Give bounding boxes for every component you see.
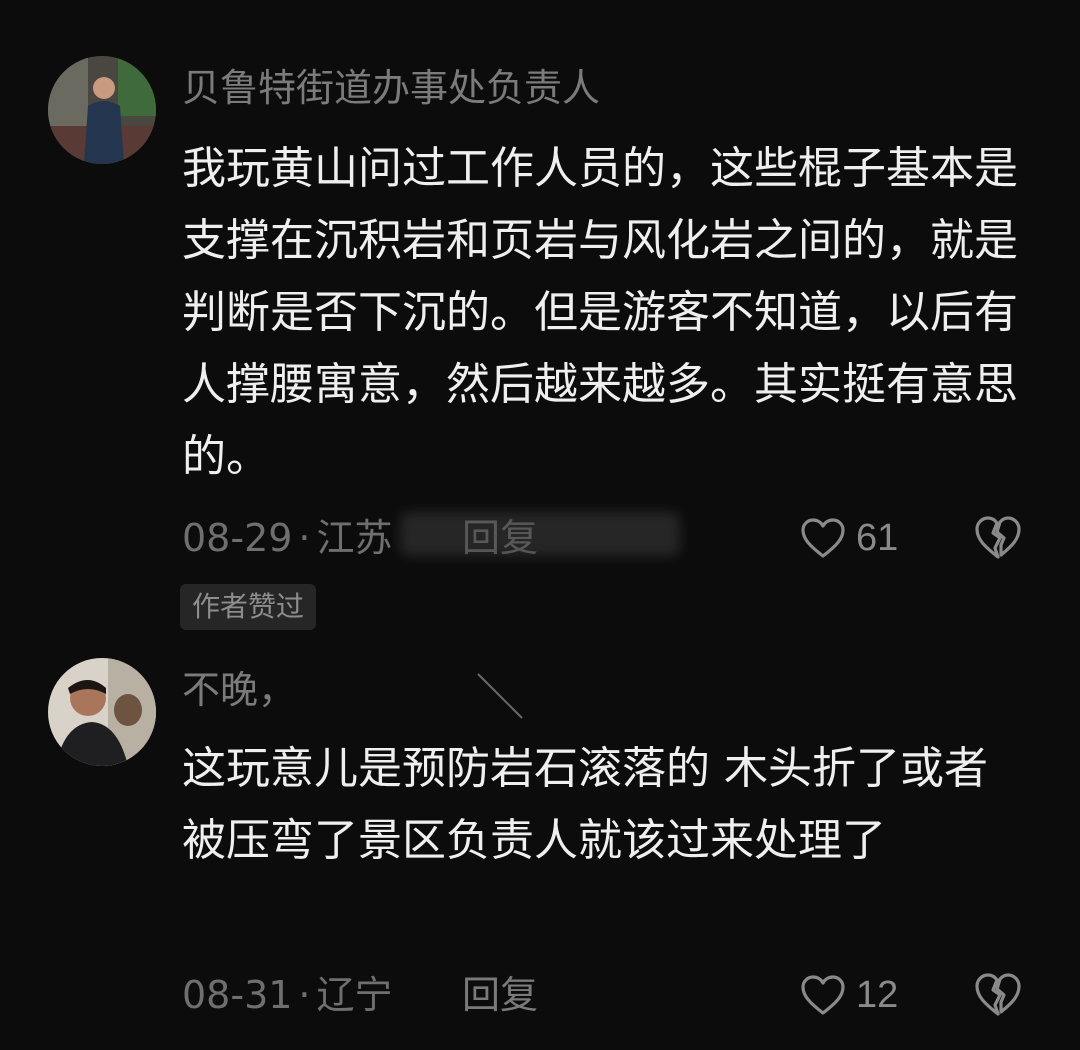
comment-date: 08-29 (182, 516, 293, 560)
comment-username[interactable]: 贝鲁特街道办事处负责人 (182, 64, 600, 112)
broken-heart-icon (975, 973, 1021, 1016)
comment-date: 08-31 (182, 973, 293, 1017)
avatar[interactable] (48, 658, 156, 766)
comment-location: 辽宁 (316, 973, 393, 1017)
avatar[interactable] (48, 56, 156, 164)
avatar-image (48, 56, 156, 164)
like-count: 12 (856, 973, 899, 1016)
like-count: 61 (856, 516, 899, 559)
comment-item: 贝鲁特街道办事处负责人 我玩黄山问过工作人员的，这些棍子基本是支撑在沉积岩和页岩… (0, 0, 1080, 640)
comment-username[interactable]: 不晚， (182, 666, 296, 714)
comment-item: 不晚， 这玩意儿是预防岩石滚落的 木头折了或者被压弯了景区负责人就该过来处理了 … (0, 640, 1080, 1050)
comment-meta: 08-29 · 江苏 (182, 516, 393, 560)
author-liked-badge: 作者赞过 (180, 584, 317, 630)
reply-button[interactable]: 回复 (462, 971, 538, 1019)
avatar-image (48, 658, 156, 766)
broken-heart-icon (975, 516, 1021, 559)
like-button[interactable]: 61 (800, 514, 898, 562)
comment-content: 我玩黄山问过工作人员的，这些棍子基本是支撑在沉积岩和页岩与风化岩之间的，就是判断… (182, 143, 1018, 482)
reply-button[interactable]: 回复 (462, 514, 538, 562)
dislike-button[interactable] (974, 514, 1022, 562)
slash-decoration (477, 673, 523, 719)
comment-content: 这玩意儿是预防岩石滚落的 木头折了或者被压弯了景区负责人就该过来处理了 (182, 743, 988, 866)
heart-outline-icon (801, 518, 845, 558)
blurred-region (400, 512, 680, 556)
dislike-button[interactable] (974, 971, 1022, 1019)
like-button[interactable]: 12 (800, 971, 898, 1019)
comment-location: 江苏 (316, 516, 393, 560)
comment-meta: 08-31 · 辽宁 (182, 973, 393, 1017)
heart-outline-icon (801, 975, 845, 1015)
